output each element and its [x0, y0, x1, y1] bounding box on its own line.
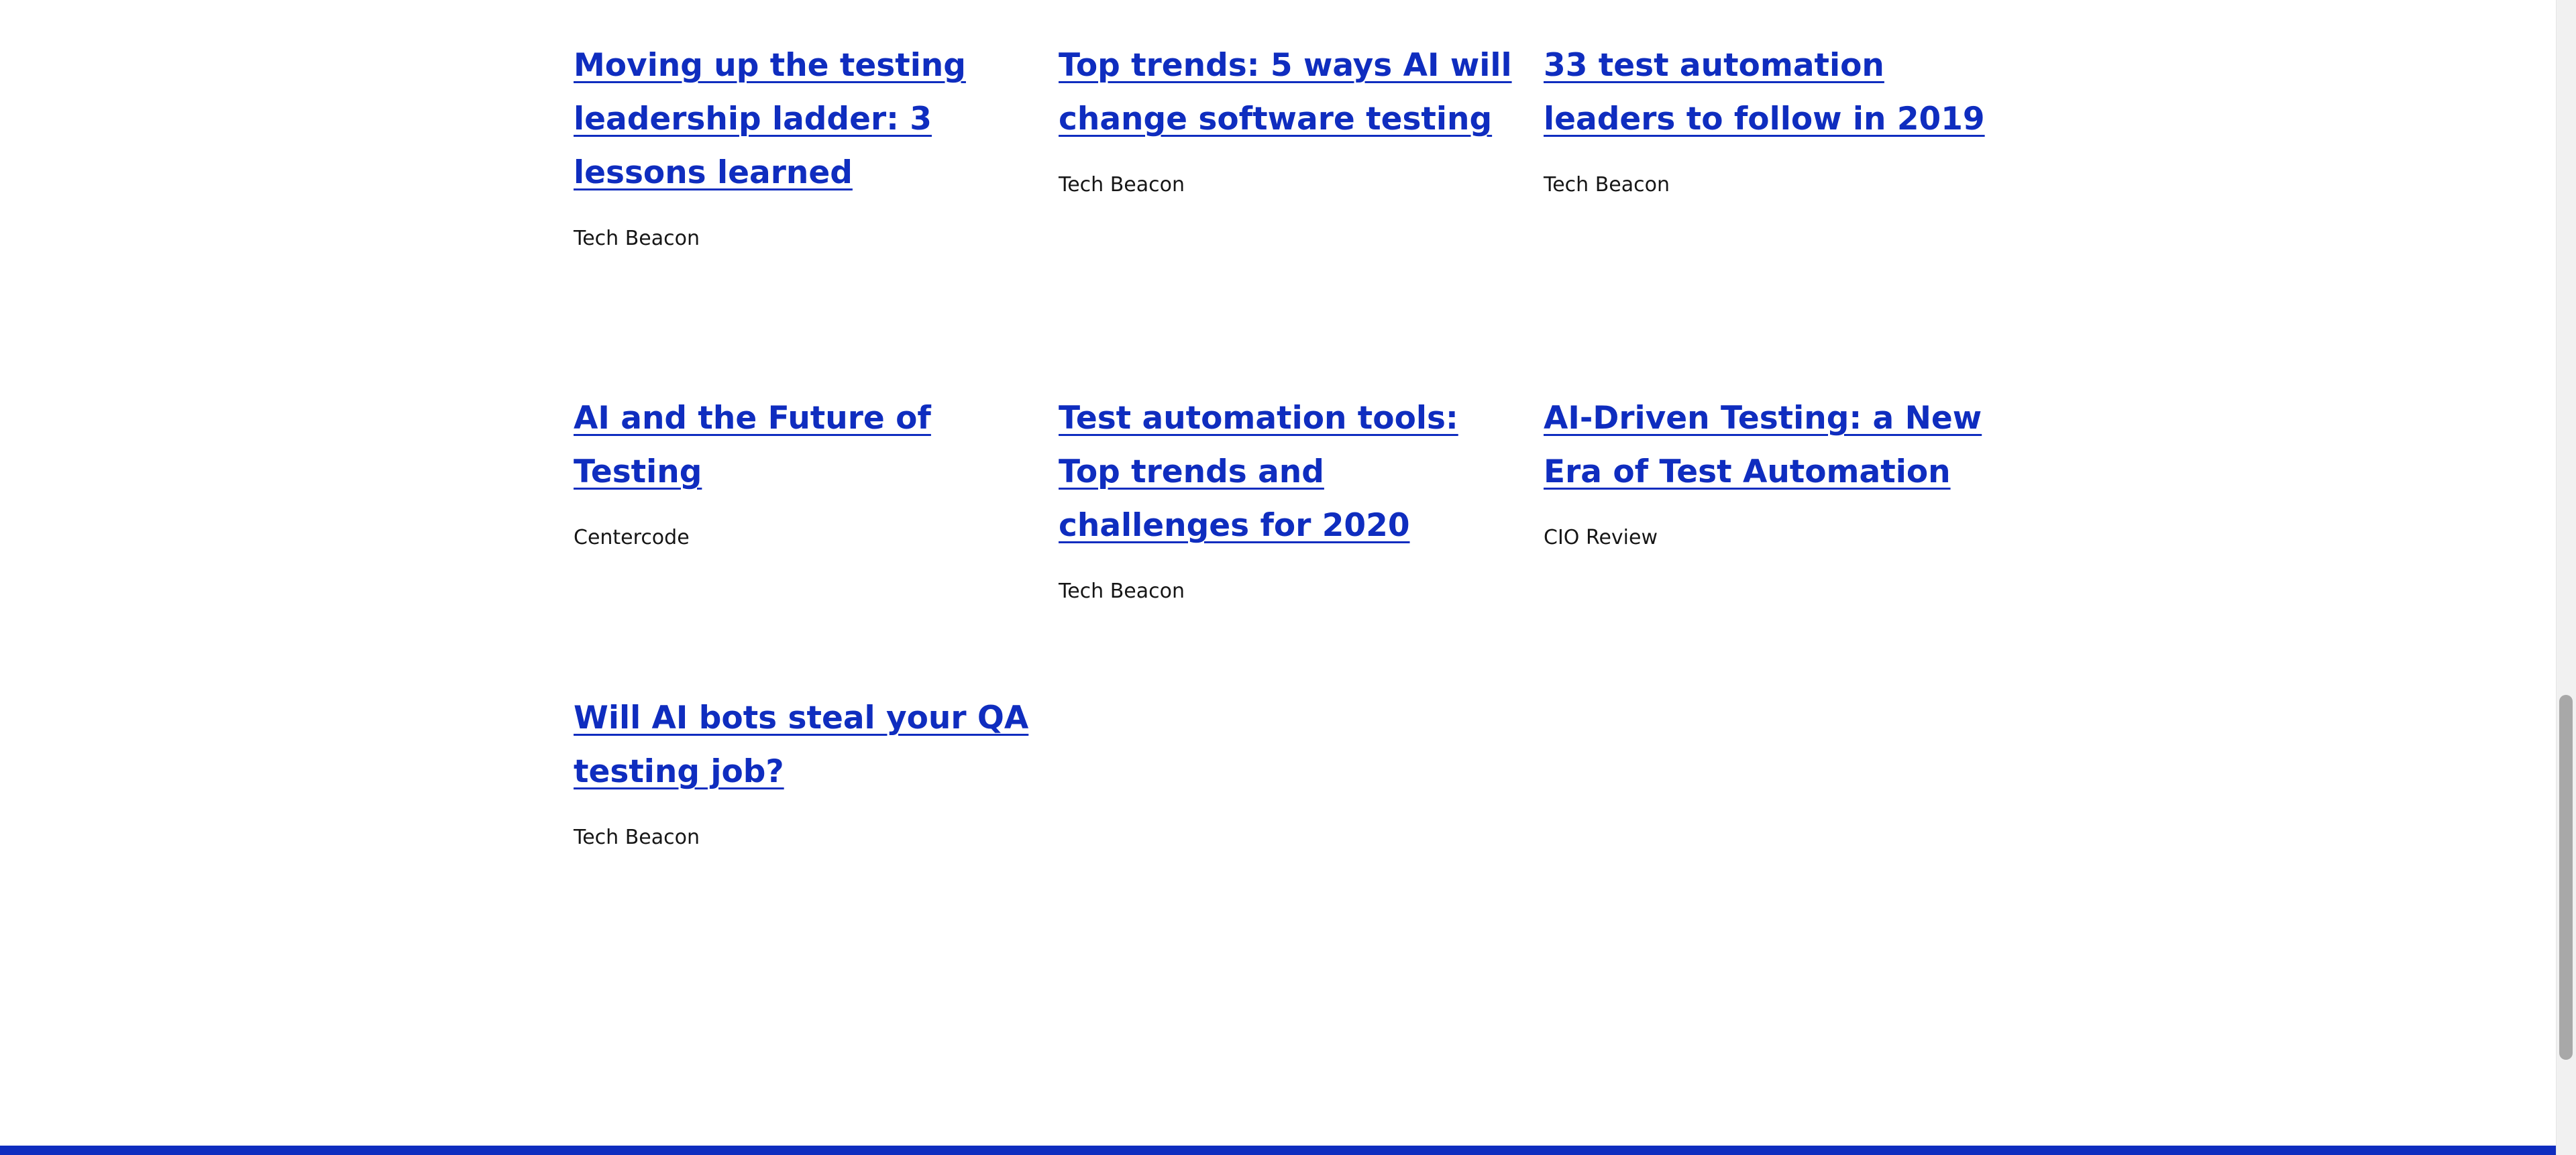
article-link[interactable]: AI-Driven Testing: a New Era of Test Aut… [1544, 392, 2000, 499]
article-link[interactable]: AI and the Future of Testing [574, 392, 1030, 499]
page: Moving up the testing leadership ladder:… [0, 0, 2576, 1155]
article-card: Moving up the testing leadership ladder:… [574, 39, 1030, 251]
article-source: Tech Beacon [1059, 173, 1185, 197]
article-card: AI-Driven Testing: a New Era of Test Aut… [1544, 392, 2000, 550]
article-card: 33 test automation leaders to follow in … [1544, 39, 2000, 197]
article-source: Tech Beacon [1059, 580, 1185, 603]
article-link[interactable]: Test automation tools: Top trends and ch… [1059, 392, 1515, 553]
article-card: Top trends: 5 ways AI will change softwa… [1059, 39, 1515, 197]
article-source: Centercode [574, 526, 690, 549]
article-source: Tech Beacon [574, 227, 700, 250]
article-source: CIO Review [1544, 526, 1658, 549]
article-card: Will AI bots steal your QA testing job? … [574, 692, 1030, 850]
article-link[interactable]: Will AI bots steal your QA testing job? [574, 692, 1030, 799]
scrollbar-track[interactable] [2556, 0, 2576, 1155]
article-card: Test automation tools: Top trends and ch… [1059, 392, 1515, 604]
article-card: AI and the Future of Testing Centercode [574, 392, 1030, 550]
article-link[interactable]: Moving up the testing leadership ladder:… [574, 39, 1030, 200]
article-link[interactable]: Top trends: 5 ways AI will change softwa… [1059, 39, 1515, 146]
article-link[interactable]: 33 test automation leaders to follow in … [1544, 39, 2000, 146]
article-source: Tech Beacon [574, 826, 700, 849]
article-source: Tech Beacon [1544, 173, 1670, 197]
scrollbar-thumb[interactable] [2559, 695, 2573, 1060]
footer-accent-bar [0, 1146, 2556, 1155]
